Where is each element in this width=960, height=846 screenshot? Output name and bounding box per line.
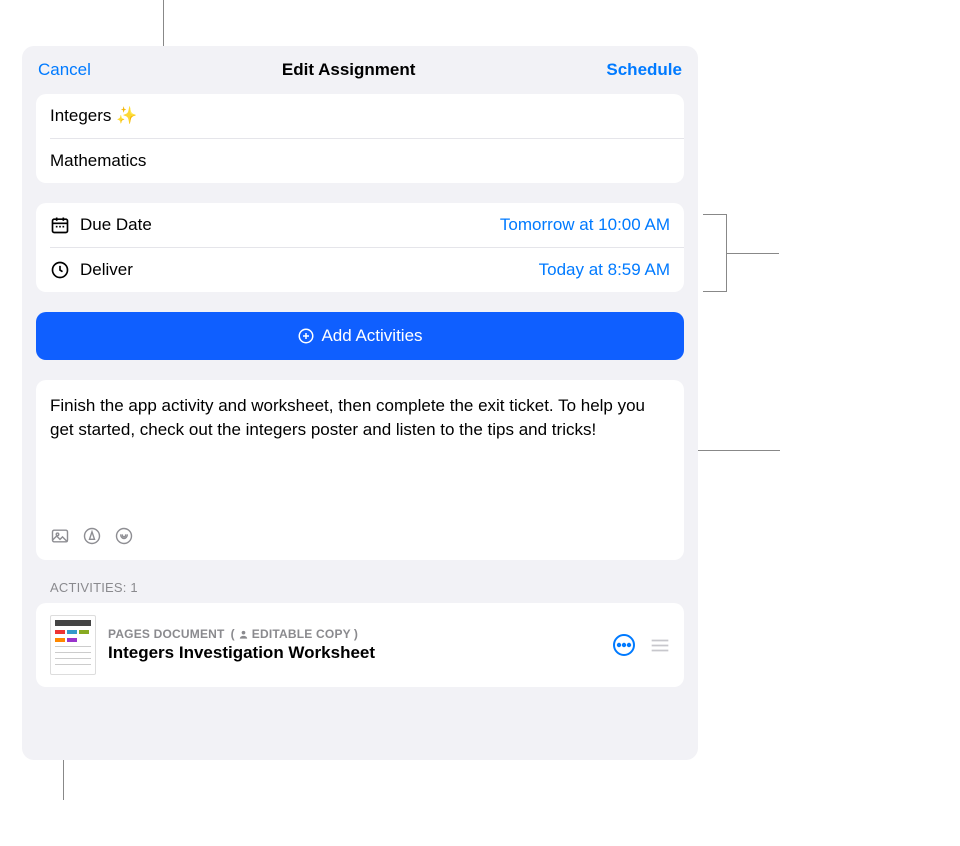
modal-header: Cancel Edit Assignment Schedule xyxy=(22,46,698,94)
activity-actions xyxy=(612,633,670,657)
calendar-icon xyxy=(50,215,70,235)
deliver-row[interactable]: Deliver Today at 8:59 AM xyxy=(36,248,684,292)
activity-badge-label: EDITABLE COPY xyxy=(252,627,351,641)
cancel-button[interactable]: Cancel xyxy=(38,60,91,80)
activities-section-label: ACTIVITIES: 1 xyxy=(36,580,684,603)
edit-assignment-modal: Cancel Edit Assignment Schedule Integers… xyxy=(22,46,698,760)
modal-title: Edit Assignment xyxy=(282,60,416,80)
deliver-label: Deliver xyxy=(80,260,539,280)
more-icon[interactable] xyxy=(612,633,636,657)
activity-info: PAGES DOCUMENT ( EDITABLE COPY) Integers… xyxy=(108,627,600,663)
activity-thumbnail xyxy=(50,615,96,675)
activity-title: Integers Investigation Worksheet xyxy=(108,643,600,663)
add-activities-button[interactable]: Add Activities xyxy=(36,312,684,360)
clock-icon xyxy=(50,260,70,280)
attachment-toolbar xyxy=(50,526,670,546)
due-date-row[interactable]: Due Date Tomorrow at 10:00 AM xyxy=(36,203,684,247)
draw-icon[interactable] xyxy=(82,526,102,546)
photo-icon[interactable] xyxy=(50,526,70,546)
name-class-card: Integers ✨ Mathematics xyxy=(36,94,684,183)
person-icon xyxy=(238,629,249,640)
instructions-textarea[interactable]: Finish the app activity and worksheet, t… xyxy=(50,394,670,512)
class-input[interactable]: Mathematics xyxy=(36,139,684,183)
audio-icon[interactable] xyxy=(114,526,134,546)
modal-content: Integers ✨ Mathematics Due Dat xyxy=(22,94,698,760)
schedule-card: Due Date Tomorrow at 10:00 AM Deliver To… xyxy=(36,203,684,292)
instructions-card: Finish the app activity and worksheet, t… xyxy=(36,380,684,560)
add-activities-label: Add Activities xyxy=(321,326,422,346)
deliver-value[interactable]: Today at 8:59 AM xyxy=(539,260,670,280)
assignment-name-input[interactable]: Integers ✨ xyxy=(36,94,684,138)
due-date-label: Due Date xyxy=(80,215,500,235)
activity-meta: PAGES DOCUMENT ( EDITABLE COPY) xyxy=(108,627,600,641)
schedule-button[interactable]: Schedule xyxy=(606,60,682,80)
callout-bracket xyxy=(703,214,727,292)
activity-type-label: PAGES DOCUMENT xyxy=(108,627,225,641)
drag-handle-icon[interactable] xyxy=(650,638,670,652)
plus-circle-icon xyxy=(297,327,315,345)
activity-item[interactable]: PAGES DOCUMENT ( EDITABLE COPY) Integers… xyxy=(36,603,684,687)
callout-line xyxy=(727,253,779,254)
due-date-value[interactable]: Tomorrow at 10:00 AM xyxy=(500,215,670,235)
